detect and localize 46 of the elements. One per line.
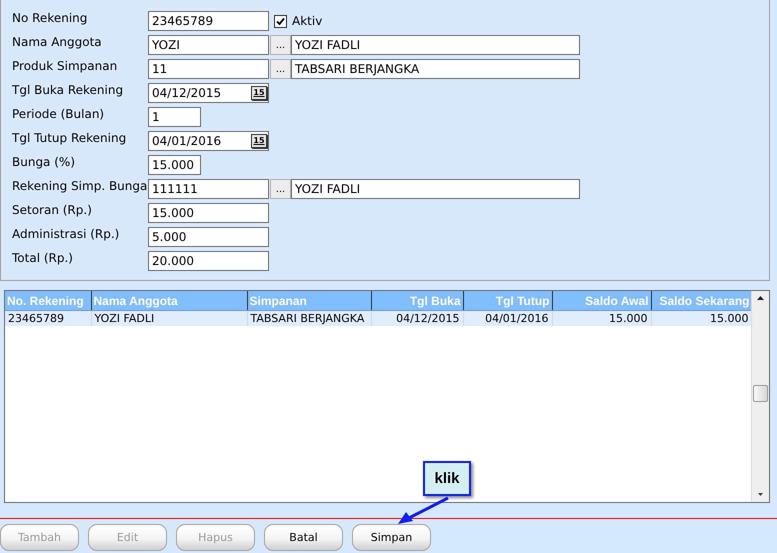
browse-button[interactable]: ... [270,179,291,199]
input-field[interactable]: 111111 [148,179,269,199]
table-cell: YOZI FADLI [91,310,247,326]
table-cell: 15.000 [552,310,651,326]
field-label: Administrasi (Rp.) [12,227,120,243]
action-button[interactable]: Batal [264,524,343,551]
input-field[interactable]: 5.000 [148,227,269,247]
field-label: Nama Anggota [12,35,103,51]
name-field[interactable]: YOZI FADLI [291,179,580,199]
input-field[interactable]: YOZI [148,35,269,55]
field-label: Tgl Buka Rekening [12,83,124,99]
field-label: No Rekening [12,11,88,27]
name-field[interactable]: YOZI FADLI [291,35,580,55]
field-label: Tgl Tutup Rekening [12,131,128,147]
browse-button[interactable]: ... [270,59,291,79]
table-cell: 04/01/2016 [463,310,552,326]
input-field[interactable]: 11 [148,59,269,79]
table-cell: 15.000 [651,310,751,326]
calendar-button[interactable]: 15 [251,86,267,100]
field-label: Periode (Bulan) [12,107,106,123]
pointer-arrow [398,496,449,524]
field-label: Setoran (Rp.) [12,203,93,219]
scroll-up-icon[interactable] [756,294,765,303]
checkbox[interactable] [274,14,287,28]
input-field[interactable]: 1 [148,107,201,127]
input-field[interactable]: 23465789 [148,11,269,31]
name-field[interactable]: TABSARI BERJANGKA [291,59,580,79]
calendar-button[interactable]: 15 [251,134,267,148]
input-field[interactable]: 15.000 [148,203,269,223]
field-label: Produk Simpanan [12,59,118,75]
scroll-thumb[interactable] [753,385,768,402]
input-field[interactable]: 20.000 [148,251,269,271]
field-label: Total (Rp.) [12,251,74,267]
scrollbar[interactable] [751,291,769,502]
table-cell: 04/12/2015 [371,310,463,326]
callout-label: klik [423,461,471,496]
browse-button[interactable]: ... [270,35,291,55]
field-label: Bunga (%) [12,155,76,171]
date-field[interactable]: 04/01/2016 15 [148,131,269,151]
field-label: Rekening Simp. Bunga [12,179,148,195]
checkbox-label: Aktiv [292,14,322,28]
date-field[interactable]: 04/12/2015 15 [148,83,269,103]
table-cell: 23465789 [5,310,91,326]
input-field[interactable]: 15.000 [148,155,201,175]
action-button[interactable]: Simpan [352,524,431,551]
table-cell: TABSARI BERJANGKA [247,310,371,326]
